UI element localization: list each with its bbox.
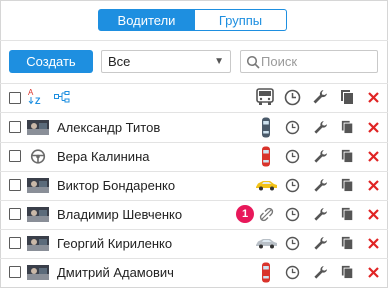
copy-icon[interactable] <box>341 149 354 163</box>
driver-row[interactable]: Вера Калинина <box>0 142 388 171</box>
row-checkbox[interactable] <box>9 121 21 133</box>
svg-text:A: A <box>28 88 34 97</box>
sort-az-icon[interactable]: A Z <box>28 87 44 105</box>
driver-photo <box>27 178 49 193</box>
create-button[interactable]: Создать <box>9 50 93 73</box>
driver-name[interactable]: Александр Титов <box>57 113 160 142</box>
step-badge: 1 <box>236 205 254 223</box>
schedule-clock-icon[interactable] <box>285 265 300 280</box>
driver-photo <box>27 120 49 135</box>
wrench-icon[interactable] <box>313 149 328 164</box>
car-red-top-icon <box>262 146 270 167</box>
schedule-clock-icon <box>284 89 301 106</box>
copy-icon[interactable] <box>341 178 354 192</box>
driver-name[interactable]: Дмитрий Адамович <box>57 258 174 287</box>
filter-select[interactable]: Все ▼ <box>101 50 231 73</box>
car-red-top-icon <box>262 262 270 283</box>
hierarchy-icon[interactable] <box>54 91 70 103</box>
chevron-down-icon: ▼ <box>214 56 224 67</box>
driver-name[interactable]: Георгий Кириленко <box>57 229 172 258</box>
row-checkbox[interactable] <box>9 237 21 249</box>
filter-select-value: Все <box>108 54 131 69</box>
select-all-checkbox[interactable] <box>9 92 21 104</box>
driver-row[interactable]: Георгий Кириленко <box>0 229 388 258</box>
wrench-icon[interactable] <box>313 178 328 193</box>
driver-photo <box>27 236 49 251</box>
driver-photo <box>27 207 49 222</box>
search-icon <box>246 55 260 69</box>
unlink-icon[interactable] <box>259 207 274 222</box>
search-box[interactable] <box>240 50 378 73</box>
wrench-icon[interactable] <box>313 265 328 280</box>
driver-row[interactable]: Дмитрий Адамович <box>0 258 388 287</box>
driver-name[interactable]: Виктор Бондаренко <box>57 171 175 200</box>
schedule-clock-icon[interactable] <box>285 149 300 164</box>
steering-wheel-icon <box>30 149 46 164</box>
copy-icon[interactable] <box>341 207 354 221</box>
driver-row[interactable]: Владимир Шевченко <box>0 200 388 229</box>
delete-x-icon[interactable] <box>368 151 379 162</box>
delete-x-icon[interactable] <box>368 238 379 249</box>
tab-drivers[interactable]: Водители <box>98 9 195 31</box>
row-checkbox[interactable] <box>9 179 21 191</box>
vehicle-bus-icon <box>256 88 274 105</box>
delete-x-icon[interactable] <box>368 267 379 278</box>
copy-icon[interactable] <box>341 120 354 134</box>
row-checkbox[interactable] <box>9 266 21 278</box>
driver-name[interactable]: Вера Калинина <box>57 142 149 171</box>
copy-icon[interactable] <box>341 236 354 250</box>
copy-icon <box>341 90 353 104</box>
car-dark-top-icon <box>262 117 270 138</box>
schedule-clock-icon[interactable] <box>285 178 300 193</box>
delete-x-icon <box>368 92 379 103</box>
row-checkbox[interactable] <box>9 150 21 162</box>
car-silver-side-icon <box>256 239 277 249</box>
tab-groups[interactable]: Группы <box>195 9 287 31</box>
tab-bar: Водители Группы <box>98 9 287 31</box>
delete-x-icon[interactable] <box>368 122 379 133</box>
wrench-icon[interactable] <box>313 207 328 222</box>
schedule-clock-icon[interactable] <box>285 236 300 251</box>
delete-x-icon[interactable] <box>368 209 379 220</box>
wrench-icon[interactable] <box>313 120 328 135</box>
schedule-clock-icon[interactable] <box>285 207 300 222</box>
driver-photo <box>27 265 49 280</box>
car-yellow-side-icon <box>256 181 277 191</box>
copy-icon[interactable] <box>341 265 354 279</box>
divider <box>0 83 388 84</box>
wrench-icon[interactable] <box>313 236 328 251</box>
wrench-icon <box>313 90 327 104</box>
driver-row[interactable]: Виктор Бондаренко <box>0 171 388 200</box>
search-input[interactable] <box>261 53 373 70</box>
schedule-clock-icon[interactable] <box>285 120 300 135</box>
row-checkbox[interactable] <box>9 208 21 220</box>
driver-name[interactable]: Владимир Шевченко <box>57 200 182 229</box>
driver-row[interactable]: Александр Титов <box>0 113 388 142</box>
divider <box>0 40 388 41</box>
svg-text:Z: Z <box>35 96 41 105</box>
delete-x-icon[interactable] <box>368 180 379 191</box>
